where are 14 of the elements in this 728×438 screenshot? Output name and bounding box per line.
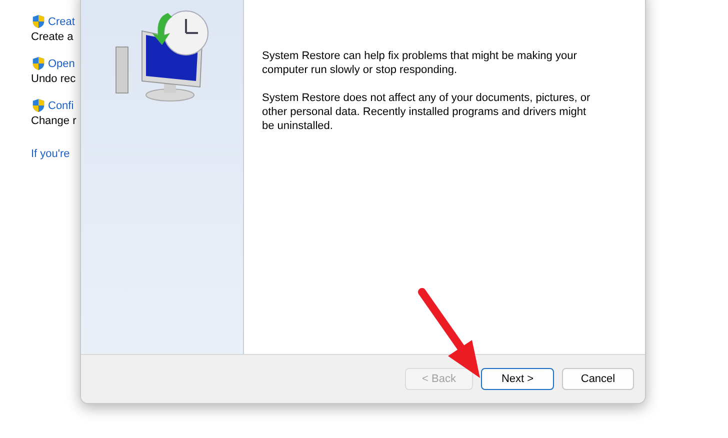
description-paragraph: System Restore does not affect any of your documents, pictures, or other personal data. Recently installed programs and drivers might be uninstalled. [262,91,592,133]
task-link[interactable]: Creat [48,16,75,28]
task-description: Create a [31,31,74,43]
description-paragraph: System Restore can help fix problems that might be making your computer run slowly or stop responding. [262,49,578,77]
help-link[interactable]: If you're [31,148,70,160]
task-description: Undo rec [31,73,76,85]
dialog-button[interactable]: Cancel [562,368,634,390]
shield-icon [31,14,46,29]
shield-icon [31,56,46,71]
task-link[interactable]: Confi [48,100,74,112]
shield-icon [31,98,46,113]
task-link[interactable]: Open [48,58,75,70]
dialog-button[interactable]: Next > [481,368,554,390]
task-description: Change r [31,115,76,127]
